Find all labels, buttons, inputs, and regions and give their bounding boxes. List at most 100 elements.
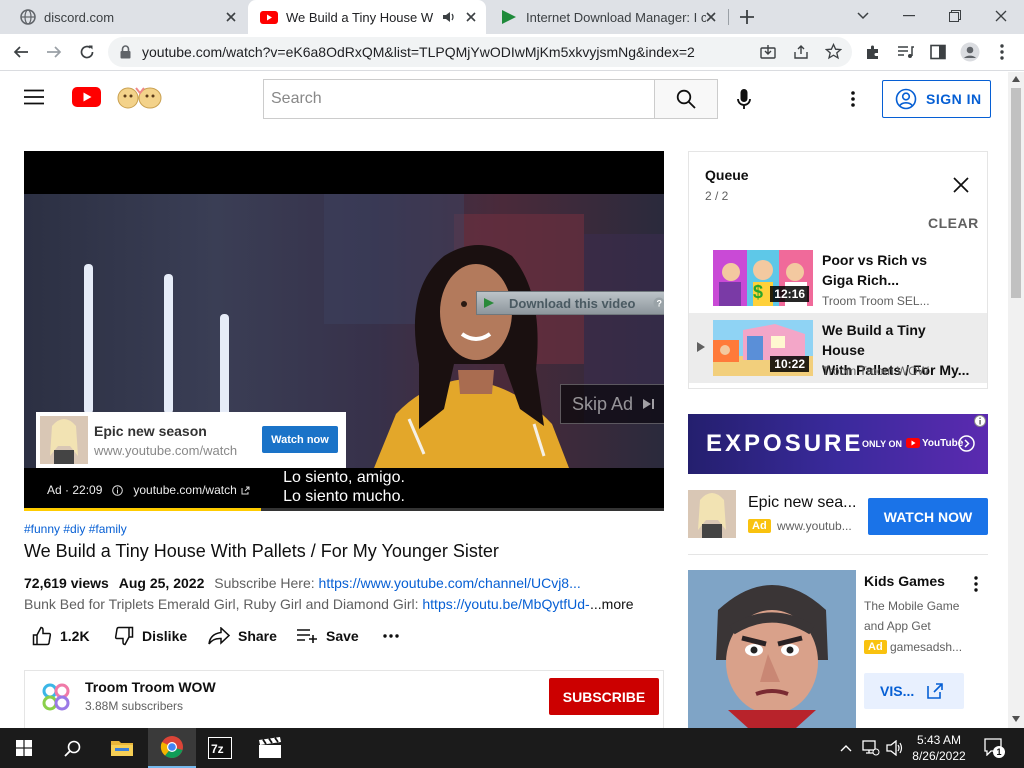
more-vert-icon[interactable] <box>974 576 978 592</box>
visit-site-button[interactable]: VIS... <box>864 673 964 709</box>
forward-button[interactable] <box>43 41 65 63</box>
reload-button[interactable] <box>76 41 98 63</box>
dislike-button[interactable]: Dislike <box>114 624 187 648</box>
overlay-ad[interactable]: Epic new season www.youtube.com/watch Wa… <box>36 412 346 468</box>
tab-youtube-video[interactable]: We Build a Tiny House With <box>248 0 486 34</box>
idm-download-panel[interactable]: Download this video ? <box>476 291 664 315</box>
arrow-left-icon <box>13 46 28 58</box>
close-window-button[interactable] <box>978 0 1024 32</box>
page-scrollbar[interactable] <box>1008 72 1024 728</box>
ad-choices-icon[interactable] <box>974 415 986 427</box>
clear-queue-button[interactable]: CLEAR <box>928 215 979 231</box>
app-ad[interactable]: Kids Games The Mobile Game and App Get Ad… <box>688 570 988 728</box>
skip-ad-button[interactable]: Skip Ad <box>560 384 664 424</box>
sign-in-label: SIGN IN <box>926 91 982 107</box>
video-editor-button[interactable] <box>246 728 294 768</box>
sign-in-button[interactable]: SIGN IN <box>882 80 991 118</box>
tab-idm[interactable]: Internet Download Manager: I ca <box>488 0 726 34</box>
external-link-icon <box>927 683 943 699</box>
scroll-thumb[interactable] <box>1011 88 1021 298</box>
search-button[interactable] <box>654 79 718 119</box>
queue-thumbnail: $ 12:16 <box>713 250 813 306</box>
video-description[interactable]: Bunk Bed for Triplets Emerald Girl, Ruby… <box>24 596 590 612</box>
share-button[interactable]: Share <box>208 624 277 648</box>
thumb-up-icon <box>32 626 52 646</box>
youtube-logo-icon <box>72 87 101 107</box>
channel-name[interactable]: Troom Troom WOW <box>85 679 216 695</box>
media-control-button[interactable] <box>895 41 917 63</box>
7zip-button[interactable]: 7z <box>196 728 244 768</box>
tab-discord[interactable]: discord.com <box>8 0 246 34</box>
close-queue-button[interactable] <box>953 177 969 193</box>
minimize-button[interactable] <box>886 0 932 32</box>
ad-overlay-url: www.youtube.com/watch <box>94 443 238 458</box>
channel-link[interactable]: https://www.youtube.com/channel/UCvj8... <box>319 575 581 591</box>
side-panel-button[interactable] <box>927 41 949 63</box>
doodle-logo[interactable] <box>116 84 164 110</box>
hashtags[interactable]: #funny #diy #family <box>24 522 127 536</box>
more-actions-button[interactable] <box>383 624 407 648</box>
scroll-up-icon[interactable] <box>1012 76 1020 82</box>
browser-menu-button[interactable] <box>991 41 1013 63</box>
progress-bar[interactable] <box>24 508 664 511</box>
queue-position: 2 / 2 <box>705 189 729 203</box>
chevron-up-icon[interactable] <box>840 744 852 752</box>
file-explorer-button[interactable] <box>98 728 146 768</box>
companion-ad-url: www.youtub... <box>777 519 852 533</box>
start-button[interactable] <box>0 728 48 768</box>
ad-overlay-watch-button[interactable]: Watch now <box>262 426 338 453</box>
watch-now-button[interactable]: WATCH NOW <box>868 498 988 535</box>
profile-button[interactable] <box>959 41 981 63</box>
share-icon[interactable] <box>793 44 809 60</box>
description-link[interactable]: https://youtu.be/MbQytfUd- <box>422 596 589 612</box>
save-button[interactable]: Save <box>296 624 359 648</box>
network-icon[interactable] <box>862 740 880 756</box>
close-icon[interactable] <box>464 10 478 24</box>
address-bar[interactable]: youtube.com/watch?v=eK6a8OdRxQM&list=TLP… <box>108 37 852 67</box>
settings-menu-button[interactable] <box>851 91 855 107</box>
voice-search-button[interactable] <box>737 89 751 110</box>
show-more-link[interactable]: ...more <box>590 596 634 612</box>
channel-avatar[interactable] <box>41 682 71 712</box>
close-icon[interactable] <box>224 10 238 24</box>
guide-menu-button[interactable] <box>24 89 46 109</box>
companion-ad[interactable]: Epic new sea... Ad www.youtub... WATCH N… <box>688 490 988 544</box>
tab-title: discord.com <box>44 9 115 25</box>
youtube-logo[interactable] <box>72 87 101 107</box>
ad-thumbnail-image <box>40 416 88 464</box>
help-icon[interactable]: ? <box>653 297 664 309</box>
volume-icon[interactable] <box>886 740 904 756</box>
new-tab-button[interactable] <box>738 8 756 26</box>
chevron-down-icon <box>857 12 869 20</box>
side-panel-icon <box>930 44 946 60</box>
close-icon[interactable] <box>704 10 718 24</box>
install-app-icon[interactable] <box>760 44 776 60</box>
scroll-down-icon[interactable] <box>1012 716 1020 722</box>
banner-ad[interactable]: EXPOSURE ONLY ON YouTube <box>688 414 988 474</box>
chrome-icon <box>160 736 183 758</box>
svg-text:$: $ <box>753 282 763 302</box>
back-button[interactable] <box>10 41 32 63</box>
queue-item-channel: Troom Troom WOW <box>822 364 929 378</box>
notification-center-button[interactable]: 1 <box>984 738 1005 758</box>
system-clock[interactable]: 5:43 AM 8/26/2022 <box>906 732 972 764</box>
taskbar-search-button[interactable] <box>48 728 96 768</box>
more-vert-icon <box>1000 44 1004 60</box>
like-button[interactable]: 1.2K <box>32 624 90 648</box>
restore-button[interactable] <box>932 0 978 32</box>
video-player[interactable]: Epic new season www.youtube.com/watch Wa… <box>24 151 664 511</box>
tab-search-button[interactable] <box>840 0 886 32</box>
video-meta: 72,619 views Aug 25, 2022 Subscribe Here… <box>24 575 581 591</box>
arrow-right-icon <box>47 46 62 58</box>
speaker-icon[interactable] <box>442 11 456 23</box>
browser-tabstrip: discord.com We Build a Tiny House With I… <box>0 0 1024 34</box>
search-input[interactable] <box>264 80 655 118</box>
queue-item-current[interactable]: 10:22 We Build a Tiny House With Pallets … <box>689 313 987 383</box>
extensions-button[interactable] <box>862 41 884 63</box>
upload-date: Aug 25, 2022 <box>118 575 205 591</box>
queue-item[interactable]: $ 12:16 Poor vs Rich vs Giga Rich... Troo… <box>689 243 987 313</box>
star-icon[interactable] <box>825 43 842 60</box>
subscribe-button[interactable]: SUBSCRIBE <box>549 678 659 715</box>
chrome-taskbar-button[interactable] <box>148 728 196 768</box>
ad-badge: Ad <box>864 640 887 654</box>
